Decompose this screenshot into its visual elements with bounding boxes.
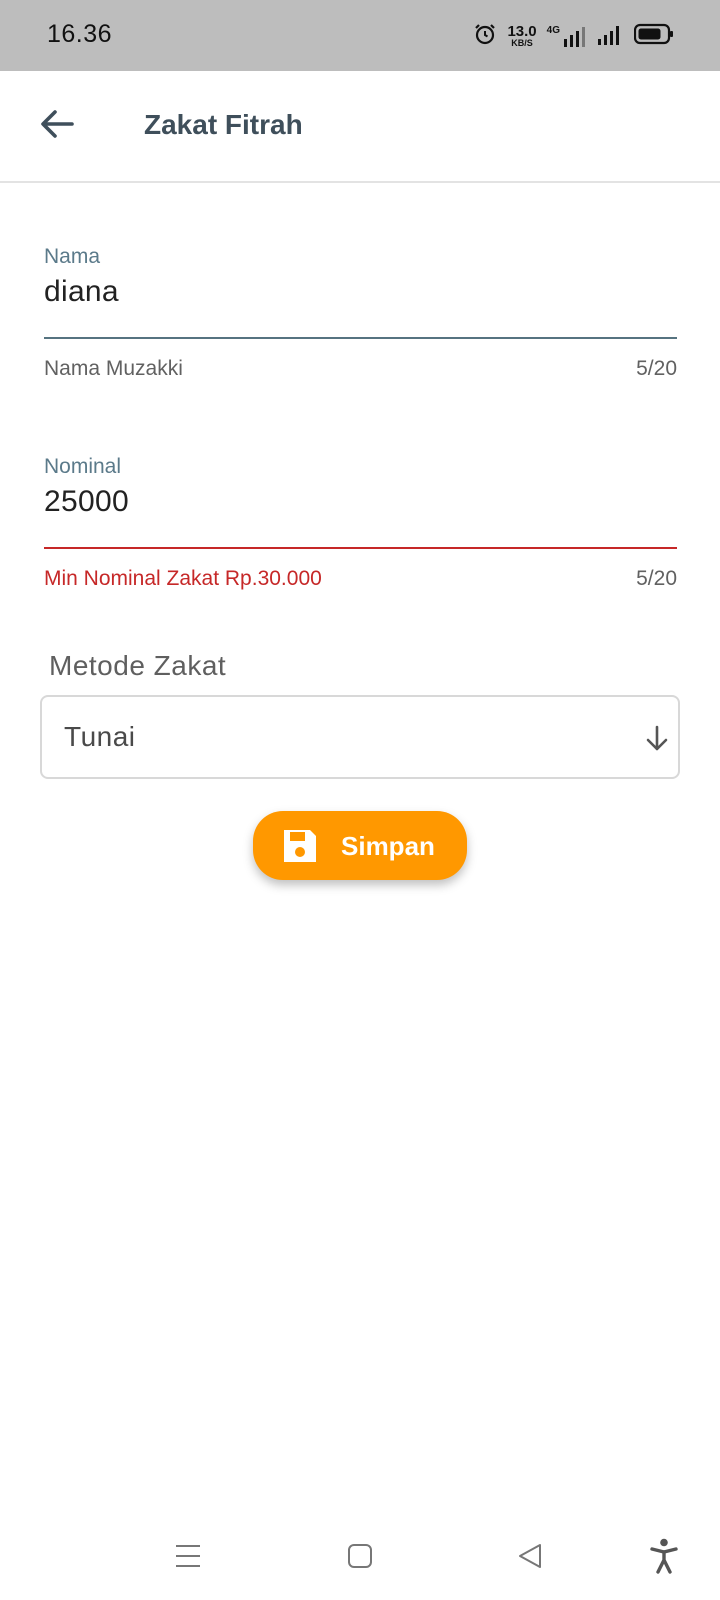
alarm-icon	[473, 22, 497, 51]
nama-underline	[44, 337, 677, 339]
network-speed-value: 13.0	[507, 23, 537, 40]
nama-helper-text: Nama Muzakki	[44, 357, 183, 380]
save-button[interactable]: Simpan	[253, 811, 467, 880]
nav-back-button[interactable]	[510, 1538, 550, 1578]
page-title: Zakat Fitrah	[144, 109, 303, 140]
nominal-error-text: Min Nominal Zakat Rp.30.000	[44, 567, 322, 590]
nominal-field[interactable]: Nominal 25000 Min Nominal Zakat Rp.30.00…	[44, 455, 677, 605]
arrow-down-icon	[642, 723, 672, 753]
app-bar: Zakat Fitrah	[0, 71, 720, 183]
save-button-label: Simpan	[341, 831, 435, 861]
battery-icon	[633, 23, 674, 50]
nominal-input[interactable]: 25000	[44, 485, 129, 519]
nominal-label: Nominal	[44, 455, 122, 478]
nama-char-counter: 5/20	[636, 357, 677, 380]
status-icons: 13.0 KB/S 4G	[473, 20, 674, 52]
status-bar: 16.36 13.0 KB/S 4G	[0, 0, 720, 71]
nav-accessibility-button[interactable]	[644, 1538, 684, 1578]
network-speed: 13.0 KB/S	[507, 24, 536, 48]
nominal-underline	[44, 547, 677, 549]
nav-home-button[interactable]	[340, 1538, 380, 1578]
system-nav-bar	[0, 1520, 720, 1600]
status-time: 16.36	[47, 20, 113, 48]
nama-field[interactable]: Nama diana Nama Muzakki 5/20	[44, 245, 677, 395]
nav-menu-button[interactable]	[168, 1538, 208, 1578]
back-triangle-icon	[516, 1542, 544, 1575]
menu-icon	[174, 1543, 202, 1574]
signal-4g-icon: 4G	[547, 25, 588, 47]
accessibility-icon	[649, 1538, 679, 1579]
signal-icon	[598, 23, 624, 50]
metode-zakat-label: Metode Zakat	[49, 650, 227, 681]
network-type: 4G	[546, 25, 560, 36]
metode-zakat-dropdown[interactable]: Tunai	[40, 695, 680, 779]
nama-label: Nama	[44, 245, 101, 268]
save-icon	[281, 827, 319, 865]
home-icon	[347, 1543, 373, 1574]
network-speed-unit: KB/S	[511, 38, 533, 48]
metode-zakat-selected: Tunai	[64, 721, 136, 752]
arrow-left-icon	[38, 105, 76, 148]
nama-input[interactable]: diana	[44, 275, 119, 309]
nominal-char-counter: 5/20	[636, 567, 677, 590]
back-button[interactable]	[32, 101, 82, 151]
